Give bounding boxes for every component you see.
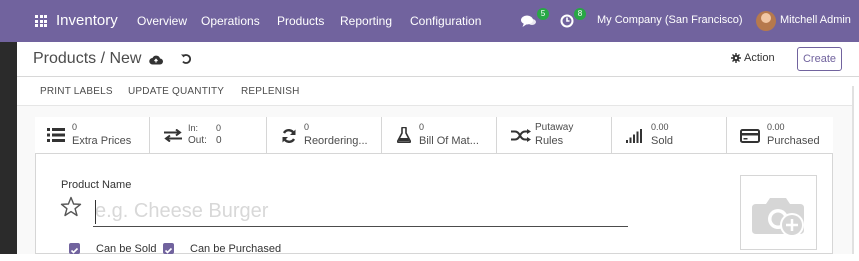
in-out-button[interactable]: In: 0 Out: 0 (150, 117, 267, 154)
update-quantity-button[interactable]: UPDATE QUANTITY (128, 86, 224, 97)
print-labels-button[interactable]: PRINT LABELS (40, 86, 113, 97)
bom-count: 0 (419, 122, 425, 132)
create-button[interactable]: Create (797, 47, 842, 71)
gear-icon[interactable] (731, 53, 741, 63)
putaway-label-line1: Putaway (535, 122, 574, 133)
can-be-purchased-checkbox[interactable] (163, 243, 174, 254)
refresh-icon (282, 129, 296, 143)
menu-reporting[interactable]: Reporting (340, 14, 392, 28)
company-switcher[interactable]: My Company (San Francisco) (597, 14, 743, 26)
putaway-label-line2: Rules (535, 135, 564, 147)
top-navbar: Inventory Overview Operations Products R… (0, 0, 859, 42)
messages-icon[interactable] (521, 14, 537, 28)
form-status-bar: PRINT LABELS UPDATE QUANTITY REPLENISH (17, 77, 852, 106)
checkmark-icon (164, 247, 173, 254)
out-label: Out: (188, 135, 207, 146)
scrollbar[interactable] (852, 86, 854, 254)
credit-card-icon (740, 129, 760, 143)
exchange-arrows-icon (164, 129, 182, 142)
control-panel: Products / New Action Create (17, 42, 859, 77)
can-be-purchased-label: Can be Purchased (190, 243, 282, 255)
menu-products[interactable]: Products (277, 14, 324, 28)
in-label: In: (188, 123, 199, 133)
bom-label: Bill Of Mat... (419, 135, 479, 147)
checkmark-icon (70, 247, 79, 254)
user-avatar[interactable] (756, 11, 776, 31)
sold-value: 0.00 (651, 122, 669, 132)
left-window-edge (0, 42, 17, 254)
user-menu[interactable]: Mitchell Admin (780, 14, 851, 26)
sold-button[interactable]: 0.00 Sold (612, 117, 727, 154)
in-value: 0 (216, 123, 222, 133)
extra-prices-count: 0 (72, 122, 78, 132)
activities-count-badge: 8 (574, 8, 586, 20)
sold-label: Sold (651, 135, 674, 147)
can-be-sold-label: Can be Sold (96, 243, 157, 255)
reordering-count: 0 (304, 122, 310, 132)
activity-clock-icon[interactable] (560, 14, 574, 28)
camera-placeholder-icon (752, 198, 804, 237)
menu-operations[interactable]: Operations (201, 14, 260, 28)
putaway-rules-button[interactable]: Putaway Rules (497, 117, 612, 154)
save-cloud-icon[interactable] (149, 54, 163, 65)
apps-menu-icon[interactable] (35, 15, 47, 27)
signal-bars-icon (626, 129, 642, 143)
purchased-button[interactable]: 0.00 Purchased (727, 117, 833, 154)
product-name-input[interactable] (93, 197, 628, 227)
bill-of-materials-button[interactable]: 0 Bill Of Mat... (382, 117, 497, 154)
flask-icon (397, 127, 411, 143)
messages-count-badge: 5 (537, 8, 549, 20)
replenish-button[interactable]: REPLENISH (241, 86, 300, 97)
menu-overview[interactable]: Overview (137, 14, 187, 28)
app-name[interactable]: Inventory (56, 12, 118, 29)
out-value: 0 (216, 135, 222, 146)
breadcrumb[interactable]: Products / New (33, 50, 141, 68)
purchased-label: Purchased (767, 135, 820, 147)
reordering-rules-button[interactable]: 0 Reordering... (267, 117, 382, 154)
discard-undo-icon[interactable] (180, 53, 192, 65)
reordering-label: Reordering... (304, 135, 368, 147)
product-image-upload[interactable] (740, 175, 817, 250)
favorite-star-icon[interactable] (60, 196, 82, 218)
extra-prices-button[interactable]: 0 Extra Prices (35, 117, 150, 154)
menu-configuration[interactable]: Configuration (410, 14, 481, 28)
text-cursor (95, 200, 96, 224)
action-menu-button[interactable]: Action (744, 52, 775, 64)
purchased-value: 0.00 (767, 122, 785, 132)
list-icon (47, 128, 65, 142)
can-be-sold-checkbox[interactable] (69, 243, 80, 254)
product-name-label: Product Name (61, 179, 132, 191)
random-shuffle-icon (511, 129, 531, 142)
extra-prices-label: Extra Prices (72, 135, 132, 147)
